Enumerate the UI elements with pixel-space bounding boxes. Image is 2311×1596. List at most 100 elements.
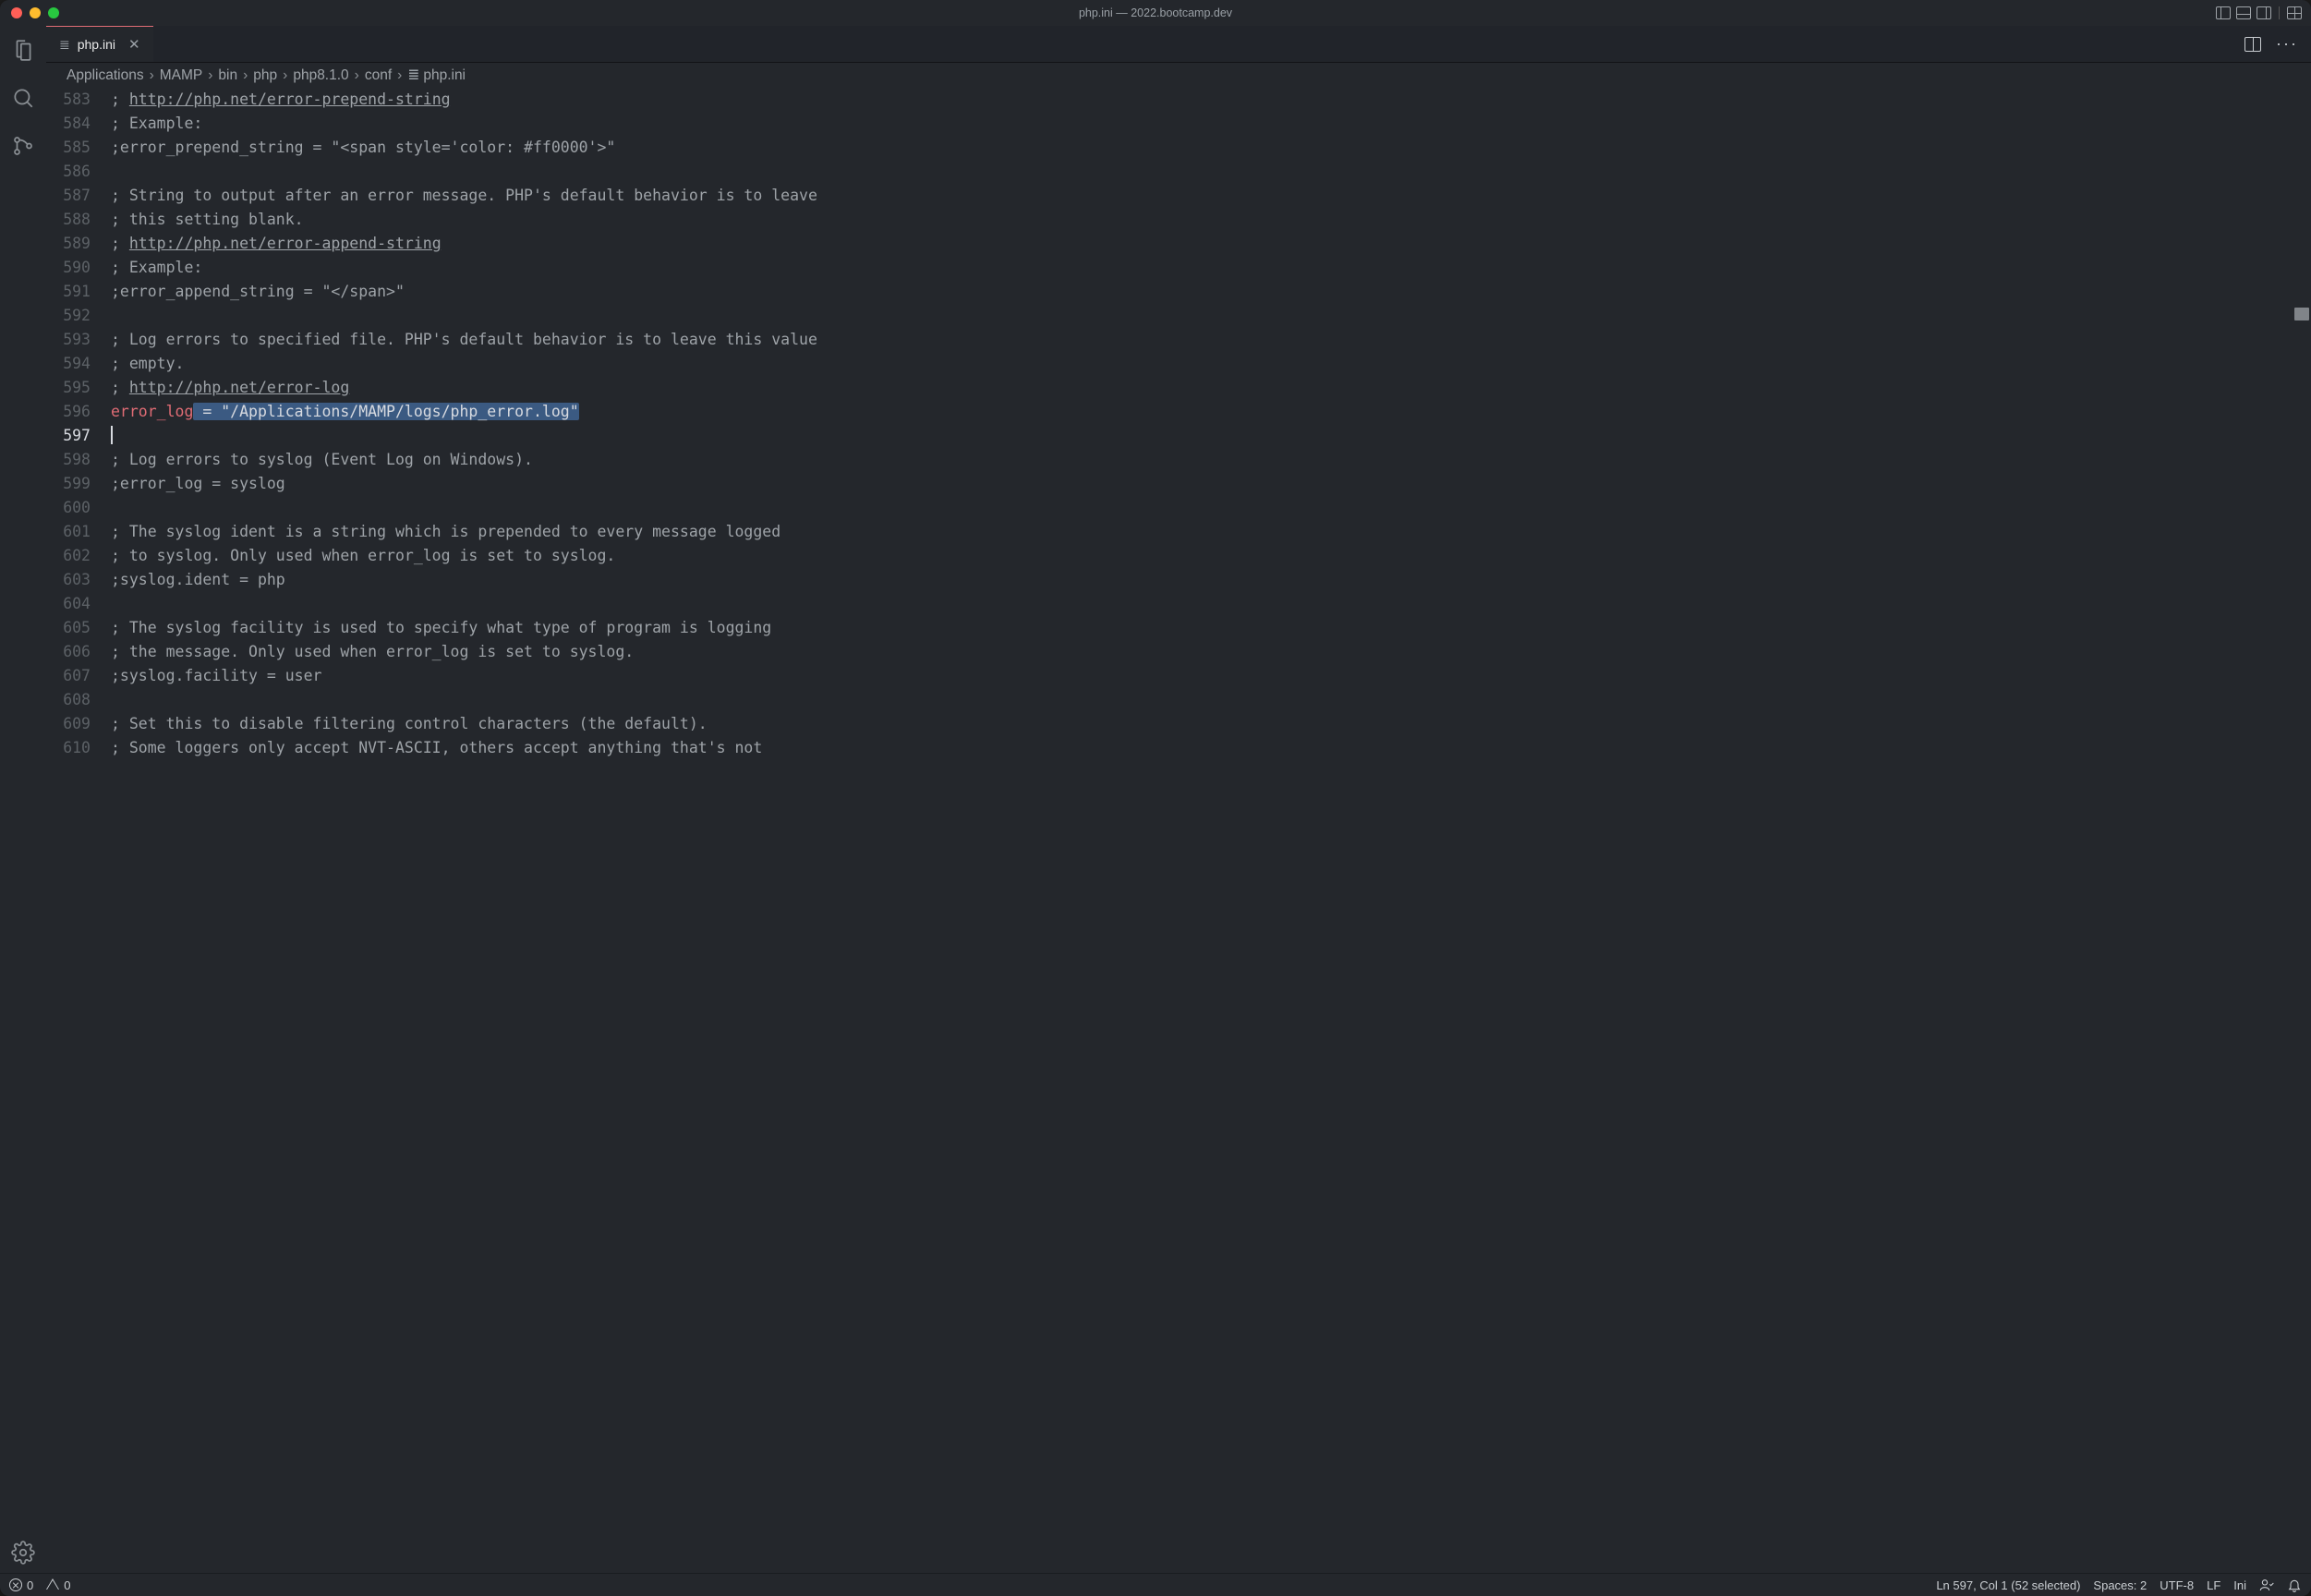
breadcrumb-item[interactable]: php	[253, 67, 277, 84]
code-line[interactable]: 605; The syslog facility is used to spec…	[46, 616, 2311, 640]
line-number[interactable]: 609	[46, 712, 111, 736]
code-content[interactable]: ; http://php.net/error-log	[111, 376, 349, 400]
code-line[interactable]: 594; empty.	[46, 352, 2311, 376]
line-number[interactable]: 602	[46, 544, 111, 568]
customize-layout-icon[interactable]	[2287, 6, 2302, 19]
line-number[interactable]: 603	[46, 568, 111, 592]
tab-php-ini[interactable]: ≣ php.ini ✕	[46, 26, 153, 62]
line-number[interactable]: 586	[46, 160, 111, 184]
code-content[interactable]: ; to syslog. Only used when error_log is…	[111, 544, 615, 568]
code-content[interactable]: error_log = "/Applications/MAMP/logs/php…	[111, 400, 579, 424]
line-number[interactable]: 591	[46, 280, 111, 304]
code-line[interactable]: 607;syslog.facility = user	[46, 664, 2311, 688]
line-number[interactable]: 607	[46, 664, 111, 688]
status-eol[interactable]: LF	[2207, 1578, 2220, 1592]
code-content[interactable]: ; empty.	[111, 352, 184, 376]
line-number[interactable]: 593	[46, 328, 111, 352]
code-content[interactable]: ; Log errors to syslog (Event Log on Win…	[111, 448, 533, 472]
breadcrumb-item[interactable]: php8.1.0	[293, 67, 348, 84]
code-line[interactable]: 608	[46, 688, 2311, 712]
code-content[interactable]: ;error_append_string = "</span>"	[111, 280, 405, 304]
code-content[interactable]	[111, 424, 113, 448]
code-line[interactable]: 588; this setting blank.	[46, 208, 2311, 232]
source-control-icon[interactable]	[10, 133, 36, 159]
split-editor-icon[interactable]	[2244, 37, 2261, 52]
code-line[interactable]: 602; to syslog. Only used when error_log…	[46, 544, 2311, 568]
line-number[interactable]: 595	[46, 376, 111, 400]
code-content[interactable]: ; http://php.net/error-prepend-string	[111, 88, 451, 112]
code-line[interactable]: 593; Log errors to specified file. PHP's…	[46, 328, 2311, 352]
code-line[interactable]: 601; The syslog ident is a string which …	[46, 520, 2311, 544]
code-editor[interactable]: 583; http://php.net/error-prepend-string…	[46, 88, 2311, 1573]
more-actions-icon[interactable]: ···	[2276, 34, 2298, 54]
code-line[interactable]: 589; http://php.net/error-append-string	[46, 232, 2311, 256]
line-number[interactable]: 604	[46, 592, 111, 616]
code-content[interactable]: ; Log errors to specified file. PHP's de…	[111, 328, 817, 352]
feedback-icon[interactable]	[2259, 1578, 2274, 1592]
code-line[interactable]: 610; Some loggers only accept NVT-ASCII,…	[46, 736, 2311, 760]
minimap-viewport[interactable]	[2294, 308, 2309, 320]
code-line[interactable]: 585;error_prepend_string = "<span style=…	[46, 136, 2311, 160]
search-icon[interactable]	[10, 85, 36, 111]
status-errors[interactable]: 0	[9, 1578, 33, 1592]
code-line[interactable]: 598; Log errors to syslog (Event Log on …	[46, 448, 2311, 472]
breadcrumb-item[interactable]: bin	[218, 67, 237, 84]
code-content[interactable]: ; the message. Only used when error_log …	[111, 640, 634, 664]
code-line[interactable]: 590; Example:	[46, 256, 2311, 280]
code-line[interactable]: 595; http://php.net/error-log	[46, 376, 2311, 400]
code-content[interactable]: ; Set this to disable filtering control …	[111, 712, 708, 736]
code-line[interactable]: 604	[46, 592, 2311, 616]
explorer-icon[interactable]	[10, 37, 36, 63]
code-line[interactable]: 606; the message. Only used when error_l…	[46, 640, 2311, 664]
line-number[interactable]: 601	[46, 520, 111, 544]
line-number[interactable]: 594	[46, 352, 111, 376]
status-cursor[interactable]: Ln 597, Col 1 (52 selected)	[1936, 1578, 2080, 1592]
code-content[interactable]: ; Some loggers only accept NVT-ASCII, ot…	[111, 736, 762, 760]
status-spaces[interactable]: Spaces: 2	[2093, 1578, 2147, 1592]
toggle-panel-icon[interactable]	[2236, 6, 2251, 19]
line-number[interactable]: 583	[46, 88, 111, 112]
code-content[interactable]: ; The syslog facility is used to specify…	[111, 616, 771, 640]
code-content[interactable]: ;error_prepend_string = "<span style='co…	[111, 136, 615, 160]
code-content[interactable]: ;syslog.facility = user	[111, 664, 321, 688]
code-line[interactable]: 584; Example:	[46, 112, 2311, 136]
toggle-sidebar-icon[interactable]	[2216, 6, 2231, 19]
code-content[interactable]: ; String to output after an error messag…	[111, 184, 817, 208]
line-number[interactable]: 600	[46, 496, 111, 520]
line-number[interactable]: 605	[46, 616, 111, 640]
line-number[interactable]: 584	[46, 112, 111, 136]
line-number[interactable]: 592	[46, 304, 111, 328]
toggle-secondary-sidebar-icon[interactable]	[2257, 6, 2271, 19]
code-line[interactable]: 599;error_log = syslog	[46, 472, 2311, 496]
line-number[interactable]: 590	[46, 256, 111, 280]
breadcrumb-item[interactable]: MAMP	[160, 67, 203, 84]
line-number[interactable]: 588	[46, 208, 111, 232]
breadcrumbs[interactable]: Applications›MAMP›bin›php›php8.1.0›conf›…	[46, 63, 2311, 88]
line-number[interactable]: 597	[46, 424, 111, 448]
status-warnings[interactable]: 0	[46, 1578, 70, 1592]
code-line[interactable]: 603;syslog.ident = php	[46, 568, 2311, 592]
code-line[interactable]: 592	[46, 304, 2311, 328]
settings-gear-icon[interactable]	[10, 1540, 36, 1566]
code-line[interactable]: 591;error_append_string = "</span>"	[46, 280, 2311, 304]
line-number[interactable]: 598	[46, 448, 111, 472]
code-content[interactable]: ;syslog.ident = php	[111, 568, 285, 592]
line-number[interactable]: 599	[46, 472, 111, 496]
line-number[interactable]: 606	[46, 640, 111, 664]
breadcrumb-item[interactable]: conf	[365, 67, 392, 84]
code-line[interactable]: 600	[46, 496, 2311, 520]
breadcrumb-item[interactable]: ≣php.ini	[407, 66, 466, 84]
bell-icon[interactable]	[2287, 1578, 2302, 1592]
status-encoding[interactable]: UTF-8	[2160, 1578, 2194, 1592]
code-line[interactable]: 596error_log = "/Applications/MAMP/logs/…	[46, 400, 2311, 424]
code-content[interactable]: ; Example:	[111, 112, 202, 136]
code-line[interactable]: 586	[46, 160, 2311, 184]
code-line[interactable]: 597	[46, 424, 2311, 448]
code-line[interactable]: 609; Set this to disable filtering contr…	[46, 712, 2311, 736]
line-number[interactable]: 585	[46, 136, 111, 160]
code-line[interactable]: 587; String to output after an error mes…	[46, 184, 2311, 208]
status-language[interactable]: Ini	[2233, 1578, 2246, 1592]
code-content[interactable]: ; Example:	[111, 256, 202, 280]
line-number[interactable]: 608	[46, 688, 111, 712]
code-content[interactable]: ; The syslog ident is a string which is …	[111, 520, 780, 544]
